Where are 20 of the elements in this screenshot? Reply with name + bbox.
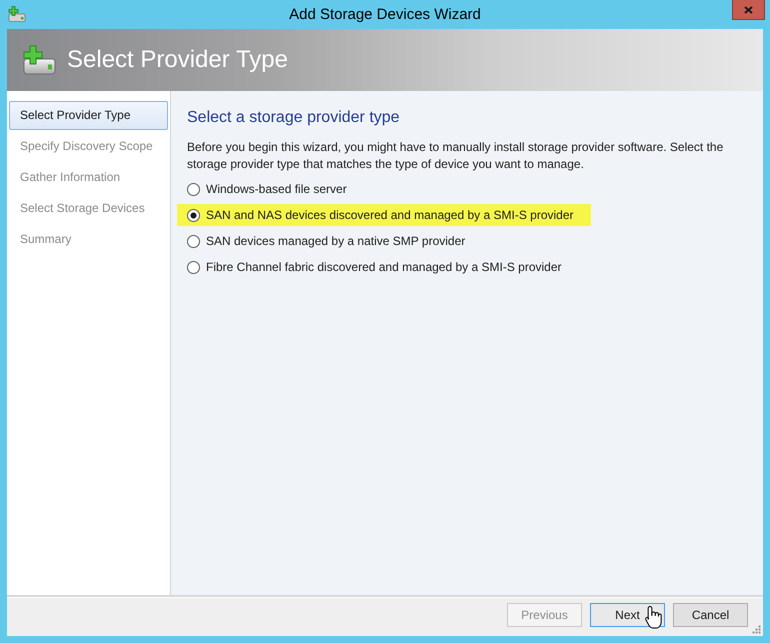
radio-option[interactable]: Fibre Channel fabric discovered and managed by a SMI-S provider (177, 256, 579, 278)
hand-cursor-icon (645, 605, 663, 631)
storage-add-icon (8, 6, 26, 22)
section-heading: Select a storage provider type (187, 108, 401, 128)
wizard-step: Specify Discovery Scope (9, 132, 168, 161)
wizard-button[interactable]: Cancel (673, 603, 748, 627)
close-button[interactable] (732, 0, 765, 20)
radio-option[interactable]: Windows-based file server (177, 178, 364, 200)
page-title: Select Provider Type (67, 46, 288, 74)
radio-option[interactable]: SAN and NAS devices discovered and managed by a SMI-S provider (177, 204, 591, 226)
close-icon (744, 6, 753, 14)
window-title: Add Storage Devices Wizard (289, 6, 481, 24)
storage-add-icon (23, 45, 56, 75)
resize-grip-icon (752, 625, 761, 634)
wizard-step: Select Storage Devices (9, 194, 168, 223)
radio-option[interactable]: SAN devices managed by a native SMP provider (177, 230, 482, 252)
wizard-step: Select Provider Type (9, 101, 168, 130)
wizard-step: Summary (9, 225, 168, 254)
wizard-step: Gather Information (9, 163, 168, 192)
description-text: Before you begin this wizard, you might have to manually install storage provider software. Select the storage provider type that matches the type of device you want to manage. (187, 139, 724, 173)
